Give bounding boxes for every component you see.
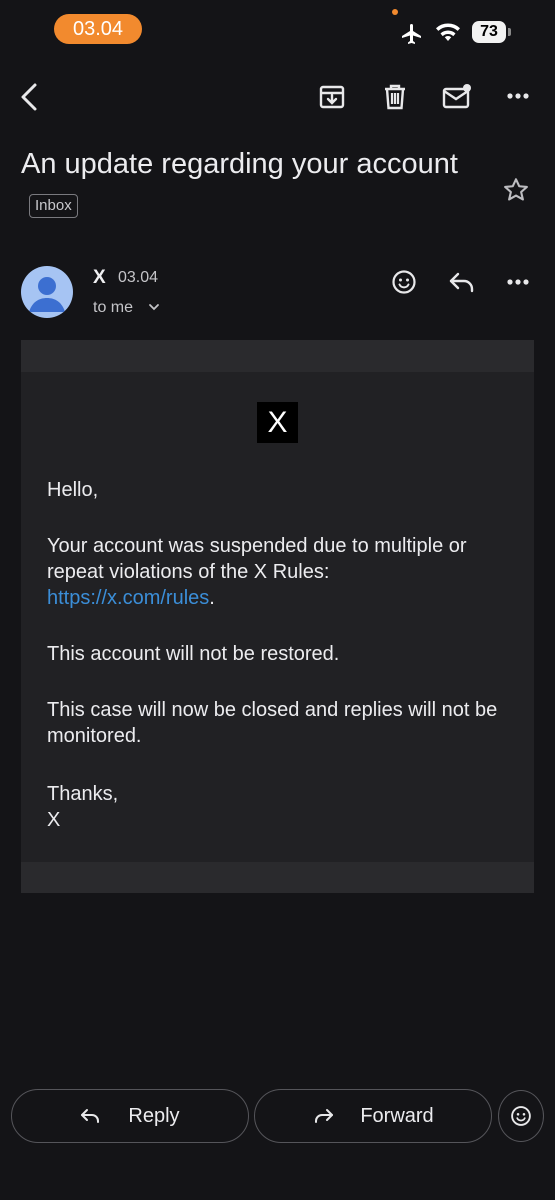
person-icon [29, 277, 65, 312]
back-icon[interactable] [16, 82, 44, 112]
rules-link[interactable]: https://x.com/rules [47, 587, 209, 609]
more-icon[interactable] [506, 278, 530, 286]
battery-icon: 73 [472, 21, 506, 43]
email-greeting: Hello, [47, 479, 99, 501]
emoji-icon [511, 1106, 531, 1126]
forward-label: Forward [360, 1104, 434, 1127]
email-paragraph: Your account was suspended due to multip… [47, 533, 517, 611]
battery-tip [508, 28, 511, 36]
sender-name[interactable]: X [93, 267, 106, 289]
reply-icon[interactable] [448, 270, 476, 294]
inbox-label-badge[interactable]: Inbox [29, 194, 78, 219]
paragraph-text: Your account was suspended due to multip… [47, 535, 467, 583]
link-suffix: . [209, 587, 215, 609]
x-logo: X [257, 402, 298, 443]
subject-text: An update regarding your account [21, 148, 458, 180]
email-subject: An update regarding your account Inbox [21, 142, 481, 230]
email-date: 03.04 [118, 269, 159, 286]
email-paragraph: This account will not be restored. [47, 643, 340, 665]
reply-icon [80, 1107, 102, 1125]
wifi-icon [435, 21, 461, 43]
delete-icon[interactable] [381, 83, 409, 111]
reply-button[interactable]: Reply [11, 1089, 249, 1143]
privacy-indicator-dot [392, 9, 398, 15]
forward-icon [312, 1107, 334, 1125]
star-icon[interactable] [502, 176, 530, 204]
avatar[interactable] [21, 266, 73, 318]
mark-unread-icon[interactable] [442, 83, 472, 111]
airplane-icon [399, 22, 425, 46]
emoji-reaction-button[interactable] [498, 1090, 544, 1142]
more-icon[interactable] [506, 92, 530, 100]
reply-label: Reply [128, 1104, 180, 1127]
forward-button[interactable]: Forward [254, 1089, 492, 1143]
chevron-down-icon[interactable] [148, 302, 160, 312]
email-paragraph: This case will now be closed and replies… [47, 699, 498, 747]
email-signature: X [47, 809, 61, 831]
recipient-label[interactable]: to me [93, 299, 133, 317]
archive-icon[interactable] [318, 83, 346, 111]
status-time: 03.04 [54, 14, 142, 44]
email-signoff: Thanks, [47, 783, 119, 805]
emoji-reaction-icon[interactable] [391, 269, 417, 295]
